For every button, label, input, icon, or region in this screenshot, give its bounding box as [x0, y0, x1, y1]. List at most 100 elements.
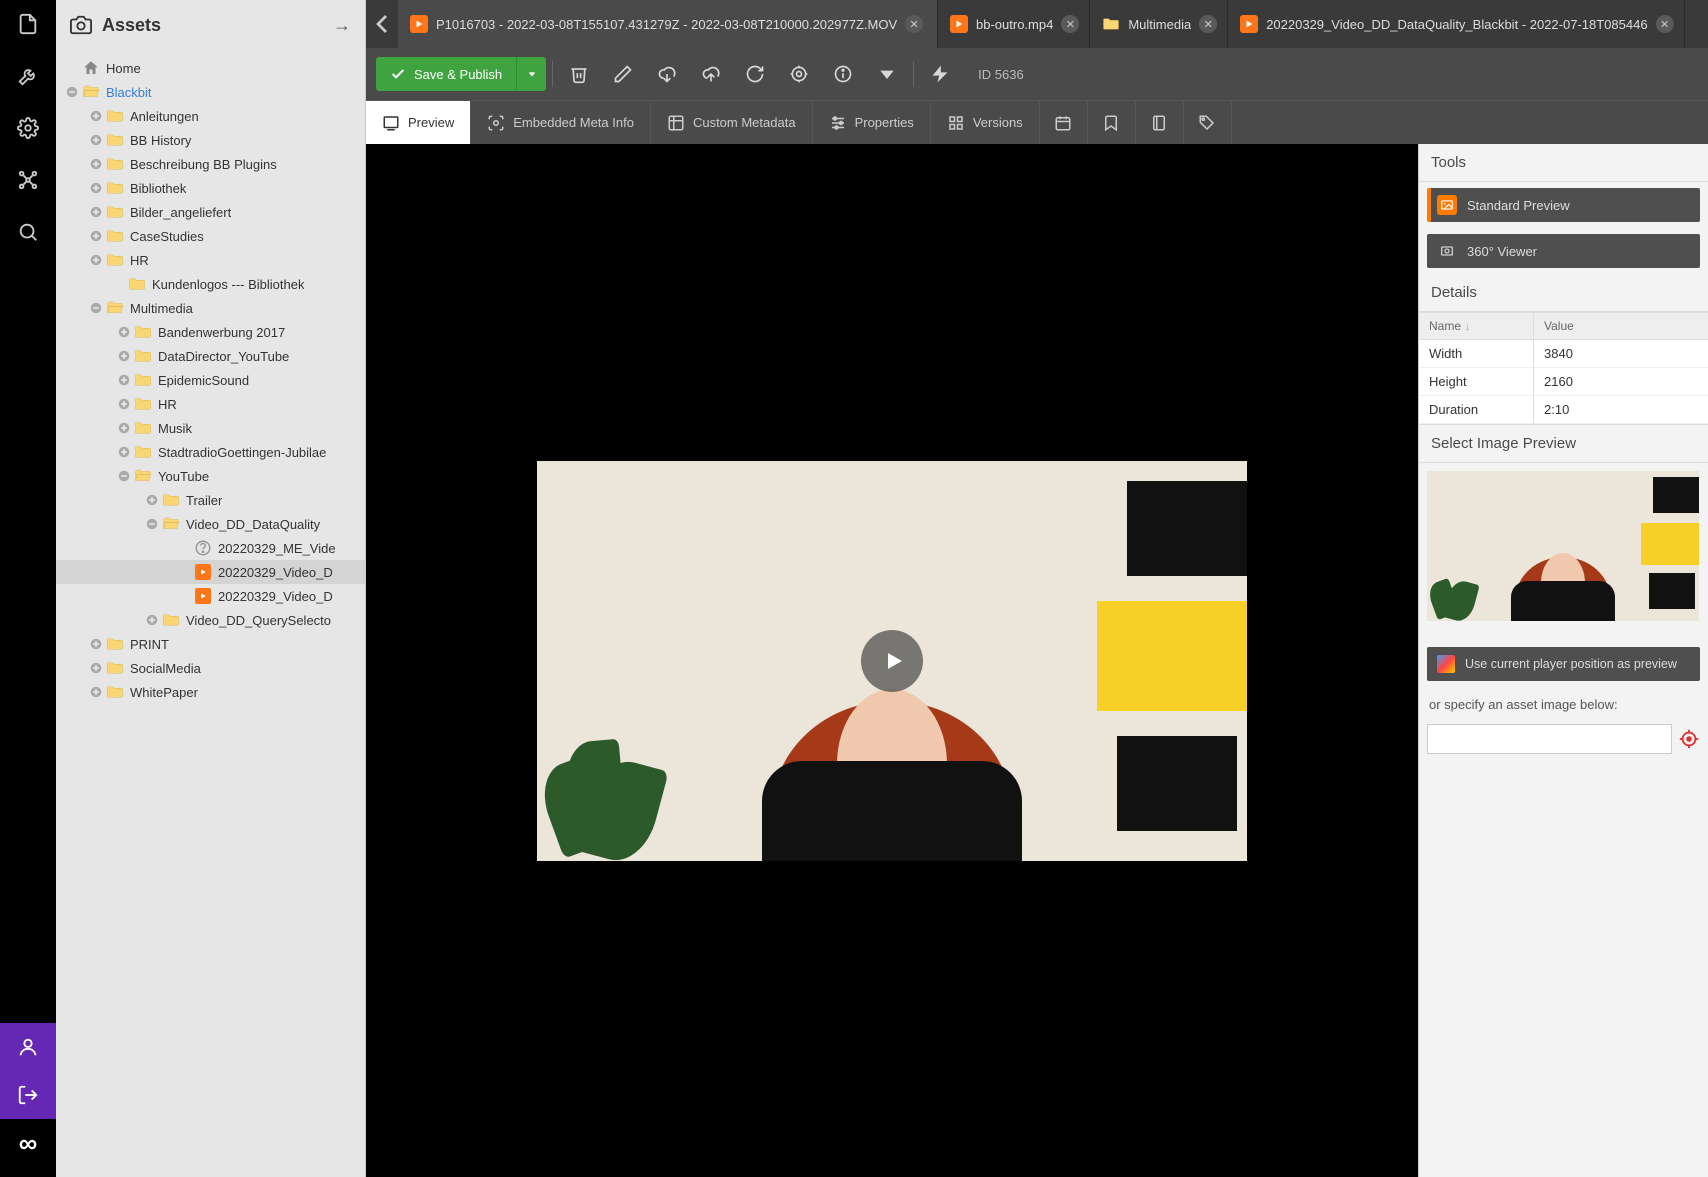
expand-toggle-icon[interactable]	[142, 493, 162, 507]
tree-item[interactable]: CaseStudies	[56, 224, 365, 248]
tree-item[interactable]: Anleitungen	[56, 104, 365, 128]
tree-item[interactable]: Beschreibung BB Plugins	[56, 152, 365, 176]
save-dropdown[interactable]	[516, 57, 546, 91]
tree-item[interactable]: HR	[56, 392, 365, 416]
expand-toggle-icon[interactable]	[114, 421, 134, 435]
tab-close-icon[interactable]: ✕	[1061, 15, 1079, 33]
tab-close-icon[interactable]: ✕	[905, 15, 923, 33]
expand-toggle-icon[interactable]	[86, 109, 106, 123]
expand-toggle-icon[interactable]	[114, 325, 134, 339]
expand-toggle-icon[interactable]	[114, 373, 134, 387]
tools-heading: Tools	[1419, 144, 1708, 182]
expand-toggle-icon[interactable]	[142, 613, 162, 627]
expand-toggle-icon[interactable]	[86, 637, 106, 651]
cloud-upload-icon[interactable]	[691, 57, 731, 91]
tab-close-icon[interactable]: ✕	[1656, 15, 1674, 33]
tree-queryselector[interactable]: Video_DD_QuerySelecto	[56, 608, 365, 632]
file-icon[interactable]	[14, 10, 42, 38]
expand-toggle-icon[interactable]	[114, 445, 134, 459]
locate-icon[interactable]	[1678, 728, 1700, 750]
video-preview[interactable]	[537, 461, 1247, 861]
use-position-button[interactable]: Use current player position as preview	[1427, 647, 1700, 681]
tree-file-selected[interactable]: 20220329_Video_D	[56, 560, 365, 584]
rename-icon[interactable]	[603, 57, 643, 91]
tree-social[interactable]: SocialMedia	[56, 656, 365, 680]
tab-versions[interactable]: Versions	[931, 101, 1040, 144]
tree-file[interactable]: 20220329_Video_D	[56, 584, 365, 608]
target-icon[interactable]	[779, 57, 819, 91]
tree-body: Home Blackbit AnleitungenBB HistoryBesch…	[56, 50, 365, 1177]
tree-home[interactable]: Home	[56, 56, 365, 80]
expand-toggle-icon[interactable]	[114, 397, 134, 411]
tab-close-icon[interactable]: ✕	[1199, 15, 1217, 33]
expand-toggle-icon[interactable]	[86, 661, 106, 675]
tree-item[interactable]: Musik	[56, 416, 365, 440]
tree-blackbit[interactable]: Blackbit	[56, 80, 365, 104]
tree-trailer[interactable]: Trailer	[56, 488, 365, 512]
cloud-download-icon[interactable]	[647, 57, 687, 91]
document-tab[interactable]: Multimedia✕	[1090, 0, 1228, 48]
wrench-icon[interactable]	[14, 62, 42, 90]
tree-item[interactable]: StadtradioGoettingen-Jubilae	[56, 440, 365, 464]
tab-embedded[interactable]: Embedded Meta Info	[471, 101, 651, 144]
tab-bookmark-icon[interactable]	[1088, 101, 1136, 144]
th-name[interactable]: Name↓	[1419, 313, 1534, 339]
tree-item[interactable]: Bilder_angeliefert	[56, 200, 365, 224]
standard-preview-button[interactable]: Standard Preview	[1427, 188, 1700, 222]
collapse-toggle-icon[interactable]	[142, 517, 162, 531]
search-icon[interactable]	[14, 218, 42, 246]
tree-item[interactable]: Bandenwerbung 2017	[56, 320, 365, 344]
collapse-icon[interactable]: →	[333, 15, 351, 36]
expand-toggle-icon[interactable]	[86, 229, 106, 243]
tree-video-dd[interactable]: Video_DD_DataQuality	[56, 512, 365, 536]
user-icon[interactable]	[0, 1023, 56, 1071]
tree-youtube[interactable]: YouTube	[56, 464, 365, 488]
more-dropdown[interactable]	[867, 57, 907, 91]
collapse-toggle-icon[interactable]	[62, 85, 82, 99]
tree-item[interactable]: DataDirector_YouTube	[56, 344, 365, 368]
tree-print[interactable]: PRINT	[56, 632, 365, 656]
tree-file[interactable]: 20220329_ME_Vide	[56, 536, 365, 560]
document-tab[interactable]: bb-outro.mp4✕	[938, 0, 1090, 48]
play-icon[interactable]	[861, 630, 923, 692]
expand-toggle-icon[interactable]	[86, 685, 106, 699]
expand-toggle-icon[interactable]	[86, 181, 106, 195]
refresh-icon[interactable]	[735, 57, 775, 91]
collapse-toggle-icon[interactable]	[114, 469, 134, 483]
tab-notes-icon[interactable]	[1136, 101, 1184, 144]
logout-icon[interactable]	[0, 1071, 56, 1119]
collapse-toggle-icon[interactable]	[86, 301, 106, 315]
delete-icon[interactable]	[559, 57, 599, 91]
expand-toggle-icon[interactable]	[86, 133, 106, 147]
preview-thumbnail[interactable]	[1427, 471, 1699, 621]
tab-custom[interactable]: Custom Metadata	[651, 101, 813, 144]
tree-kundenlogos[interactable]: Kundenlogos --- Bibliothek	[56, 272, 365, 296]
tab-tag-icon[interactable]	[1184, 101, 1232, 144]
tree-white[interactable]: WhitePaper	[56, 680, 365, 704]
asset-image-input[interactable]	[1427, 724, 1672, 754]
document-tab[interactable]: 20220329_Video_DD_DataQuality_Blackbit -…	[1228, 0, 1684, 48]
subtabs: Preview Embedded Meta Info Custom Metada…	[366, 100, 1708, 144]
viewer-360-button[interactable]: 360° Viewer	[1427, 234, 1700, 268]
tabs-scroll-left[interactable]	[366, 0, 398, 48]
tab-schedule-icon[interactable]	[1040, 101, 1088, 144]
tree-item[interactable]: EpidemicSound	[56, 368, 365, 392]
tree-multimedia[interactable]: Multimedia	[56, 296, 365, 320]
tree-item[interactable]: HR	[56, 248, 365, 272]
save-publish-button[interactable]: Save & Publish	[376, 57, 546, 91]
graph-icon[interactable]	[14, 166, 42, 194]
gear-icon[interactable]	[14, 114, 42, 142]
info-icon[interactable]	[823, 57, 863, 91]
expand-toggle-icon[interactable]	[86, 253, 106, 267]
tree-item[interactable]: Bibliothek	[56, 176, 365, 200]
flash-icon[interactable]	[920, 57, 960, 91]
tree-item[interactable]: BB History	[56, 128, 365, 152]
expand-toggle-icon[interactable]	[114, 349, 134, 363]
expand-toggle-icon[interactable]	[86, 157, 106, 171]
tab-properties[interactable]: Properties	[813, 101, 931, 144]
expand-toggle-icon[interactable]	[86, 205, 106, 219]
tab-preview[interactable]: Preview	[366, 101, 471, 144]
details-table: Name↓ Value Width3840Height2160Duration2…	[1419, 312, 1708, 424]
th-value[interactable]: Value	[1534, 313, 1708, 339]
document-tab[interactable]: P1016703 - 2022-03-08T155107.431279Z - 2…	[398, 0, 938, 48]
